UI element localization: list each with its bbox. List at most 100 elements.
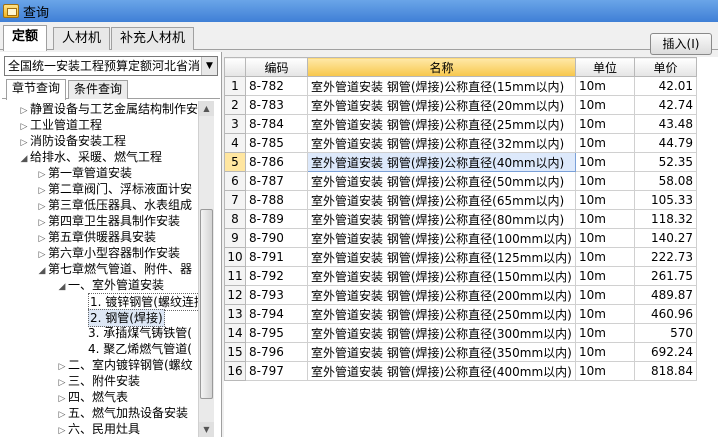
- cell-price[interactable]: 140.27: [634, 228, 697, 248]
- cell-unit[interactable]: 10m: [575, 114, 635, 134]
- cell-name[interactable]: 室外管道安装 钢管(焊接)公称直径(100mm以内): [307, 228, 576, 248]
- table-row[interactable]: 12 8-793 室外管道安装 钢管(焊接)公称直径(200mm以内) 10m 489.…: [224, 285, 697, 305]
- cell-price[interactable]: 261.75: [634, 266, 697, 286]
- cell-price[interactable]: 42.01: [634, 76, 697, 96]
- expand-icon[interactable]: ▷: [56, 423, 68, 437]
- tree-node[interactable]: 4. 聚乙烯燃气管道(: [76, 341, 192, 357]
- table-row[interactable]: 15 8-796 室外管道安装 钢管(焊接)公称直径(350mm以内) 10m 692.…: [224, 342, 697, 362]
- tree-node[interactable]: ▷ 四、燃气表: [56, 389, 128, 405]
- cell-unit[interactable]: 10m: [575, 323, 635, 343]
- cell-name[interactable]: 室外管道安装 钢管(焊接)公称直径(350mm以内): [307, 342, 576, 362]
- cell-price[interactable]: 44.79: [634, 133, 697, 153]
- cell-price[interactable]: 52.35: [634, 152, 697, 172]
- cell-price[interactable]: 58.08: [634, 171, 697, 191]
- tree-node[interactable]: ▷ 第三章低压器具、水表组成: [36, 197, 192, 213]
- tab-supplementary[interactable]: 补充人材机: [111, 27, 195, 50]
- cell-unit[interactable]: 10m: [575, 209, 635, 229]
- cell-price[interactable]: 460.96: [634, 304, 697, 324]
- row-number[interactable]: 13: [224, 304, 246, 324]
- column-header-code[interactable]: 编码: [245, 57, 308, 77]
- cell-name[interactable]: 室外管道安装 钢管(焊接)公称直径(15mm以内): [307, 76, 576, 96]
- row-number[interactable]: 5: [224, 152, 246, 172]
- tree-node[interactable]: ◢ 第七章燃气管道、附件、器: [36, 261, 192, 277]
- tree-node[interactable]: ▷ 工业管道工程: [18, 117, 102, 133]
- tree-node[interactable]: ◢ 一、室外管道安装: [56, 277, 164, 293]
- cell-unit[interactable]: 10m: [575, 247, 635, 267]
- tree-scrollbar[interactable]: ▲ ▼: [198, 101, 214, 437]
- table-row[interactable]: 11 8-792 室外管道安装 钢管(焊接)公称直径(150mm以内) 10m 261.…: [224, 266, 697, 286]
- cell-name[interactable]: 室外管道安装 钢管(焊接)公称直径(20mm以内): [307, 95, 576, 115]
- cell-name[interactable]: 室外管道安装 钢管(焊接)公称直径(150mm以内): [307, 266, 576, 286]
- cell-name[interactable]: 室外管道安装 钢管(焊接)公称直径(200mm以内): [307, 285, 576, 305]
- cell-code[interactable]: 8-790: [245, 228, 308, 248]
- tree-node[interactable]: ◢ 给排水、采暖、燃气工程: [18, 149, 162, 165]
- scroll-down-icon[interactable]: ▼: [199, 422, 214, 437]
- row-number[interactable]: 11: [224, 266, 246, 286]
- tree-node[interactable]: ▷ 第一章管道安装: [36, 165, 132, 181]
- chapter-tree[interactable]: ▷ 静置设备与工艺金属结构制作安 ▷ 工业管道工程 ▷ 消防设备安装工程 ◢ 给排水、采暖、燃…: [2, 101, 198, 437]
- cell-name[interactable]: 室外管道安装 钢管(焊接)公称直径(65mm以内): [307, 190, 576, 210]
- row-number[interactable]: 1: [224, 76, 246, 96]
- cell-unit[interactable]: 10m: [575, 266, 635, 286]
- cell-unit[interactable]: 10m: [575, 95, 635, 115]
- cell-code[interactable]: 8-782: [245, 76, 308, 96]
- cell-unit[interactable]: 10m: [575, 304, 635, 324]
- table-row[interactable]: 13 8-794 室外管道安装 钢管(焊接)公称直径(250mm以内) 10m 460.…: [224, 304, 697, 324]
- cell-unit[interactable]: 10m: [575, 171, 635, 191]
- row-number[interactable]: 8: [224, 209, 246, 229]
- tree-node[interactable]: ▷ 第四章卫生器具制作安装: [36, 213, 180, 229]
- tree-node[interactable]: ▷ 第二章阀门、浮标液面计安: [36, 181, 192, 197]
- tree-node[interactable]: ▷ 消防设备安装工程: [18, 133, 126, 149]
- insert-button[interactable]: 插入(I): [650, 33, 712, 55]
- cell-code[interactable]: 8-784: [245, 114, 308, 134]
- cell-price[interactable]: 692.24: [634, 342, 697, 362]
- cell-price[interactable]: 570: [634, 323, 697, 343]
- cell-name[interactable]: 室外管道安装 钢管(焊接)公称直径(125mm以内): [307, 247, 576, 267]
- collapse-icon[interactable]: ◢: [18, 151, 30, 167]
- cell-code[interactable]: 8-785: [245, 133, 308, 153]
- cell-unit[interactable]: 10m: [575, 228, 635, 248]
- cell-price[interactable]: 118.32: [634, 209, 697, 229]
- row-number[interactable]: 15: [224, 342, 246, 362]
- tree-node[interactable]: ▷ 三、附件安装: [56, 373, 140, 389]
- scroll-thumb[interactable]: [200, 209, 213, 399]
- tree-node[interactable]: ▷ 六、民用灶具: [56, 421, 140, 437]
- cell-name[interactable]: 室外管道安装 钢管(焊接)公称直径(250mm以内): [307, 304, 576, 324]
- cell-code[interactable]: 8-783: [245, 95, 308, 115]
- cell-price[interactable]: 818.84: [634, 361, 697, 381]
- cell-code[interactable]: 8-796: [245, 342, 308, 362]
- cell-name[interactable]: 室外管道安装 钢管(焊接)公称直径(50mm以内): [307, 171, 576, 191]
- row-number[interactable]: 6: [224, 171, 246, 191]
- scroll-up-icon[interactable]: ▲: [199, 101, 214, 116]
- collapse-icon[interactable]: ◢: [36, 263, 48, 279]
- table-row[interactable]: 10 8-791 室外管道安装 钢管(焊接)公称直径(125mm以内) 10m 222.…: [224, 247, 697, 267]
- region-select[interactable]: 全国统一安装工程预算定额河北省消 ▼: [4, 56, 218, 76]
- collapse-icon[interactable]: ◢: [56, 279, 68, 295]
- cell-name[interactable]: 室外管道安装 钢管(焊接)公称直径(80mm以内): [307, 209, 576, 229]
- cell-name[interactable]: 室外管道安装 钢管(焊接)公称直径(32mm以内): [307, 133, 576, 153]
- cell-unit[interactable]: 10m: [575, 285, 635, 305]
- cell-unit[interactable]: 10m: [575, 361, 635, 381]
- column-header-name[interactable]: 名称: [307, 57, 576, 77]
- row-number[interactable]: 2: [224, 95, 246, 115]
- row-number[interactable]: 9: [224, 228, 246, 248]
- tree-node[interactable]: ▷ 二、室内镀锌钢管(螺纹: [56, 357, 193, 373]
- cell-price[interactable]: 105.33: [634, 190, 697, 210]
- table-row[interactable]: 5 8-786 室外管道安装 钢管(焊接)公称直径(40mm以内) 10m 52.35: [224, 152, 697, 172]
- tree-node[interactable]: ▷ 第五章供暖器具安装: [36, 229, 156, 245]
- cell-code[interactable]: 8-786: [245, 152, 308, 172]
- cell-code[interactable]: 8-791: [245, 247, 308, 267]
- row-number[interactable]: 16: [224, 361, 246, 381]
- row-number[interactable]: 14: [224, 323, 246, 343]
- cell-name[interactable]: 室外管道安装 钢管(焊接)公称直径(40mm以内): [307, 152, 576, 172]
- cell-unit[interactable]: 10m: [575, 152, 635, 172]
- tree-node[interactable]: 2. 钢管(焊接): [76, 309, 165, 327]
- tab-quota[interactable]: 定额: [3, 25, 48, 51]
- table-row[interactable]: 7 8-788 室外管道安装 钢管(焊接)公称直径(65mm以内) 10m 105.33: [224, 190, 697, 210]
- cell-code[interactable]: 8-794: [245, 304, 308, 324]
- table-row[interactable]: 14 8-795 室外管道安装 钢管(焊接)公称直径(300mm以内) 10m 570: [224, 323, 697, 343]
- cell-name[interactable]: 室外管道安装 钢管(焊接)公称直径(300mm以内): [307, 323, 576, 343]
- cell-code[interactable]: 8-789: [245, 209, 308, 229]
- cell-unit[interactable]: 10m: [575, 342, 635, 362]
- table-row[interactable]: 1 8-782 室外管道安装 钢管(焊接)公称直径(15mm以内) 10m 42.01: [224, 76, 697, 96]
